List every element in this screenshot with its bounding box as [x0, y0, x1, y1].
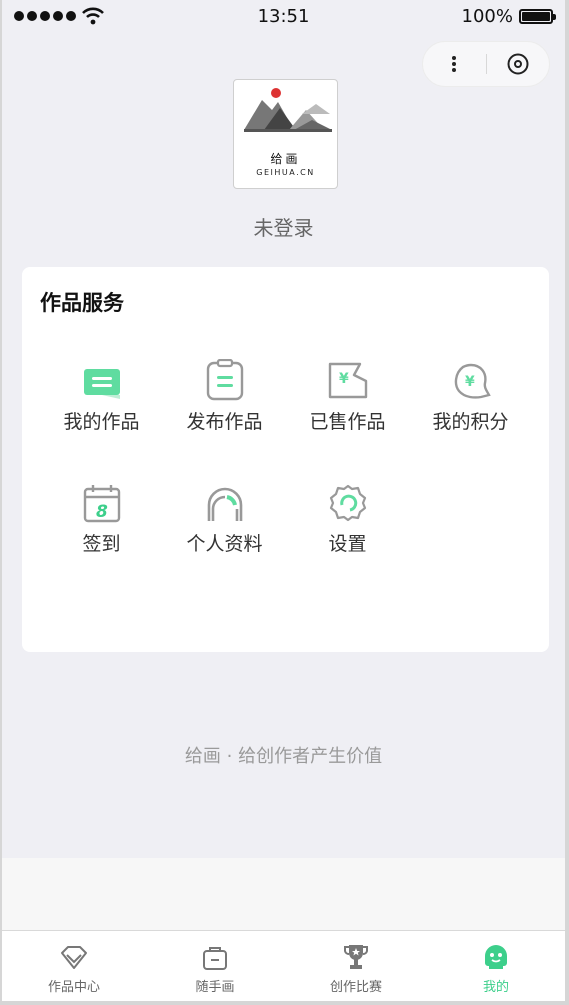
tab-label: 创作比赛	[329, 980, 382, 995]
more-dots-icon	[452, 56, 457, 72]
mountain-logo-icon	[244, 88, 332, 132]
tab-bar: 作品中心 随手画 创作比赛 我的	[2, 930, 565, 1001]
service-publish[interactable]: 发布作品	[163, 355, 286, 434]
services-title: 作品服务	[40, 291, 124, 315]
service-settings[interactable]: 设置	[286, 477, 409, 556]
tab-mine[interactable]: 我的	[426, 931, 565, 1001]
service-profile[interactable]: 个人资料	[163, 477, 286, 556]
bag-icon	[203, 947, 227, 970]
face-icon	[485, 945, 507, 969]
calendar-icon: 8	[83, 485, 120, 523]
close-button[interactable]	[486, 42, 549, 86]
profile-icon	[207, 487, 242, 521]
points-icon: ¥	[454, 363, 491, 399]
svg-text:¥: ¥	[465, 374, 475, 390]
close-circle-icon	[507, 53, 529, 75]
service-label: 签到	[82, 533, 121, 555]
svg-text:¥: ¥	[339, 371, 349, 387]
gear-icon	[329, 484, 366, 522]
tab-label: 我的	[482, 980, 509, 995]
tab-sketch[interactable]: 随手画	[145, 931, 285, 1001]
service-label: 发布作品	[186, 411, 263, 433]
logo-subtitle: GEIHUA.CN	[256, 168, 315, 177]
service-my-works[interactable]: 我的作品	[40, 355, 163, 434]
app-logo: 给画 GEIHUA.CN	[233, 79, 338, 189]
service-label: 我的作品	[63, 411, 140, 433]
tab-label: 作品中心	[47, 980, 100, 995]
capsule-menu	[422, 41, 550, 87]
service-label: 我的积分	[432, 411, 509, 433]
login-status[interactable]: 未登录	[2, 212, 565, 241]
battery-icon	[519, 9, 556, 24]
more-button[interactable]	[423, 42, 486, 86]
lower-background	[2, 858, 565, 933]
slogan: 给画 · 给创作者产生价值	[184, 746, 383, 767]
battery-percent: 100%	[461, 6, 513, 27]
sold-icon: ¥	[328, 362, 367, 399]
my-works-icon	[83, 369, 120, 399]
calendar-day-badge: 8	[96, 502, 108, 522]
app-frame: 13:51 100% 给画 GEIHUA.CN 未登录 作品服务 我的作品 发布…	[0, 0, 569, 1005]
tab-contest[interactable]: 创作比赛	[286, 931, 426, 1001]
service-label: 个人资料	[186, 533, 263, 555]
service-label: 设置	[328, 533, 367, 555]
status-bar: 13:51 100%	[2, 0, 565, 34]
logo-title: 给画	[270, 152, 301, 166]
services-card: 作品服务 我的作品 发布作品 ¥ 已售作品 ¥ 我的积分 8 签到 个人资料 设…	[22, 267, 549, 652]
tab-label: 随手画	[195, 980, 235, 995]
service-label: 已售作品	[309, 411, 386, 433]
service-points[interactable]: ¥ 我的积分	[409, 355, 532, 434]
gem-icon	[61, 946, 87, 969]
service-sold[interactable]: ¥ 已售作品	[286, 355, 409, 434]
publish-icon	[206, 359, 243, 401]
service-checkin[interactable]: 8 签到	[40, 477, 163, 556]
trophy-icon	[344, 945, 368, 969]
tab-works-center[interactable]: 作品中心	[4, 931, 144, 1001]
